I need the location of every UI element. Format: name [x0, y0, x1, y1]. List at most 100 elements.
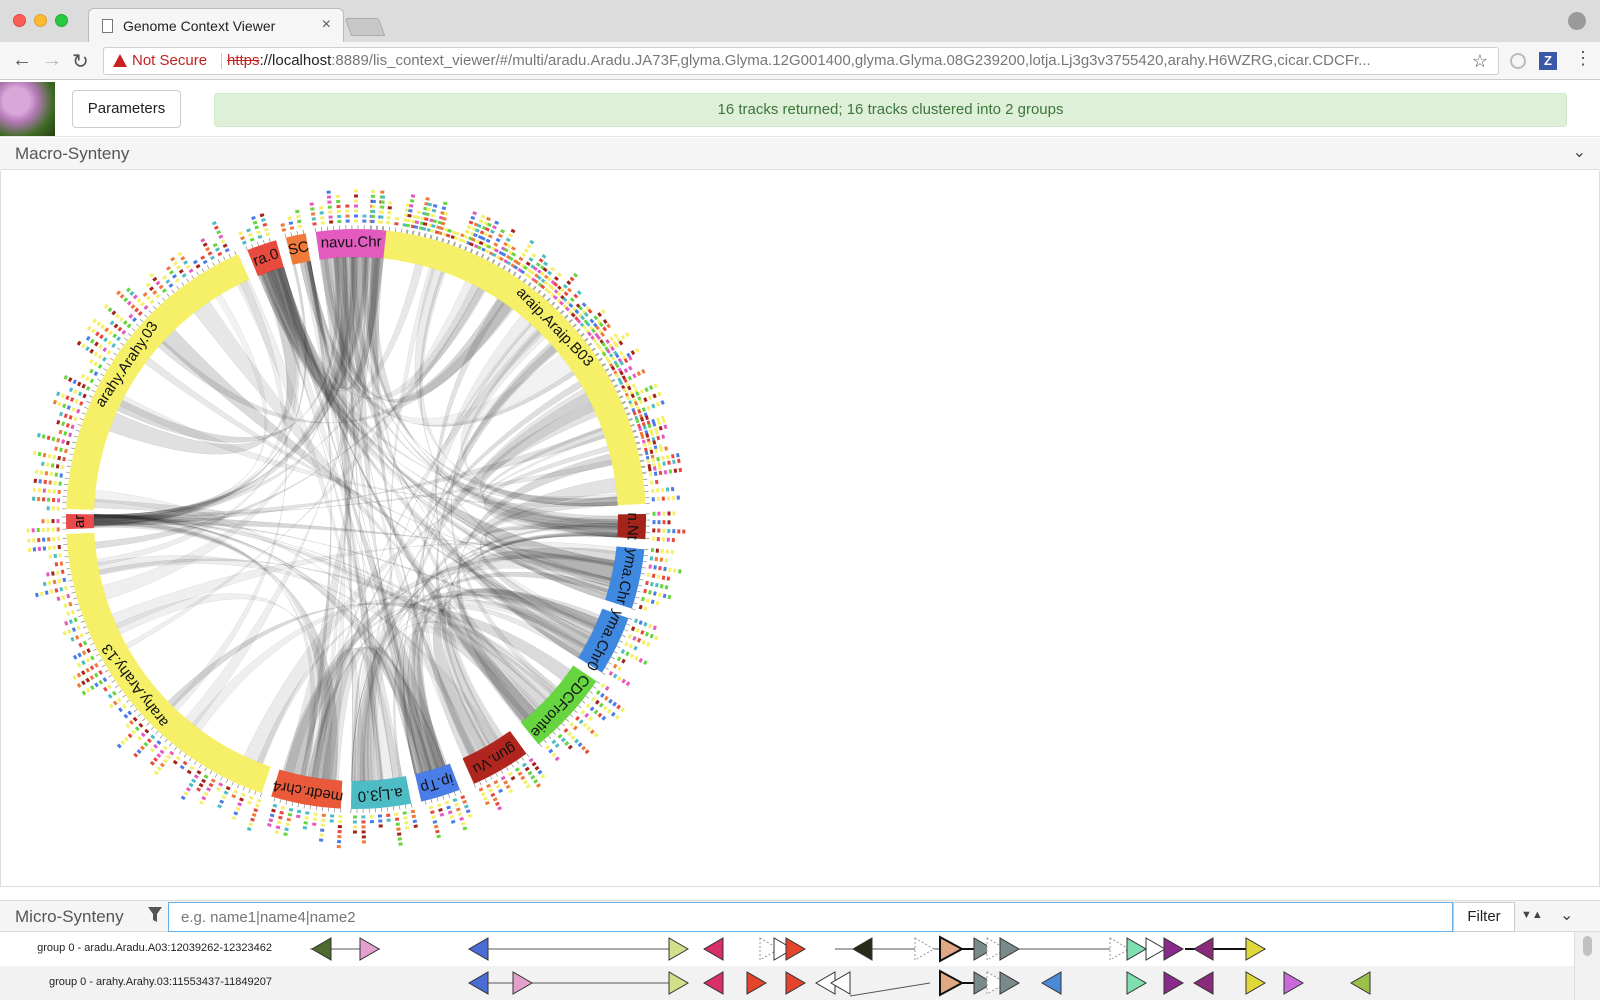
- feature-block: [275, 825, 281, 830]
- track-label[interactable]: group 0 - arahy.Arahy.03:11553437-118492…: [0, 976, 272, 988]
- address-bar[interactable]: Not Secure https://localhost:8889/lis_co…: [103, 47, 1499, 75]
- feature-block: [202, 242, 208, 247]
- feature-block: [121, 704, 127, 709]
- feature-block: [386, 220, 391, 225]
- feature-block: [287, 216, 293, 221]
- chromosome-arc[interactable]: arahy.Arahy.03: [31, 220, 250, 511]
- feature-block: [41, 497, 46, 502]
- feature-block: [653, 565, 657, 570]
- browser-tab[interactable]: Genome Context Viewer ×: [88, 8, 344, 42]
- chromosome-arc[interactable]: ip.Tp: [414, 763, 473, 839]
- feature-block: [319, 211, 324, 215]
- filter-icon[interactable]: [148, 907, 162, 923]
- tab-close-icon[interactable]: ×: [322, 16, 331, 34]
- sort-icon[interactable]: ▼▲: [1521, 909, 1543, 921]
- parameters-button[interactable]: Parameters: [72, 90, 181, 128]
- feature-block: [42, 546, 47, 551]
- feature-block: [623, 368, 629, 374]
- scroll-thumb[interactable]: [1583, 936, 1592, 956]
- feature-block: [72, 379, 77, 385]
- filter-button[interactable]: Filter: [1453, 902, 1515, 932]
- axis-tick: [104, 669, 109, 673]
- feature-block: [61, 421, 66, 427]
- logo[interactable]: [0, 82, 55, 136]
- feature-block: [632, 635, 637, 641]
- axis-tick: [401, 228, 403, 233]
- reload-icon[interactable]: ↻: [72, 49, 89, 74]
- z-extension-icon[interactable]: Z: [1539, 52, 1557, 70]
- feature-block: [345, 204, 350, 208]
- feature-block: [379, 215, 384, 219]
- star-icon[interactable]: ☆: [1472, 48, 1488, 74]
- chromosome-arc[interactable]: ar: [26, 513, 95, 533]
- feature-block: [370, 214, 375, 219]
- axis-tick: [122, 694, 126, 698]
- chromosome-arc[interactable]: n.Nt: [617, 511, 686, 543]
- feature-block: [129, 720, 134, 725]
- feature-block: [652, 591, 657, 596]
- axis-tick: [268, 238, 271, 243]
- feature-block: [57, 489, 61, 495]
- feature-block: [608, 698, 613, 704]
- track-row[interactable]: group 0 - aradu.Aradu.A03:12039262-12323…: [0, 932, 1582, 966]
- back-icon[interactable]: ←: [12, 49, 32, 72]
- new-tab-button[interactable]: [344, 18, 386, 36]
- axis-tick: [108, 674, 112, 678]
- feature-block: [251, 215, 256, 221]
- feature-block: [663, 469, 668, 475]
- track-row[interactable]: group 0 - arahy.Arahy.03:11553437-118492…: [0, 966, 1582, 1000]
- maximize-window-icon[interactable]: [55, 14, 68, 27]
- profile-icon[interactable]: [1568, 12, 1586, 30]
- feature-block: [485, 216, 491, 222]
- axis-tick: [155, 730, 159, 735]
- axis-tick: [636, 442, 641, 445]
- forward-icon[interactable]: →: [42, 49, 62, 72]
- filter-input[interactable]: [168, 902, 1453, 932]
- chromosome-arc[interactable]: yma.Chr: [605, 546, 682, 611]
- macro-synteny-header[interactable]: Macro-Synteny ⌄: [0, 138, 1600, 170]
- chromosome-arc[interactable]: navu.Chr: [309, 189, 387, 260]
- feature-block: [510, 775, 516, 781]
- axis-tick: [588, 343, 593, 347]
- feature-block: [651, 457, 656, 463]
- feature-block: [26, 528, 30, 533]
- circos-plot[interactable]: aradu.Aradu.A03n.Ntyma.Chryma.Chr0CDCFro…: [1, 171, 761, 887]
- chromosome-arc[interactable]: medtr.chr4: [267, 769, 344, 849]
- feature-block: [566, 280, 572, 286]
- axis-tick: [199, 764, 202, 768]
- feature-block: [449, 814, 455, 820]
- chromosome-arc[interactable]: a.Lj3.0: [350, 776, 418, 846]
- feature-block: [535, 262, 541, 267]
- feature-block: [422, 222, 428, 226]
- feature-block: [671, 495, 675, 500]
- micro-scrollbar[interactable]: [1574, 932, 1600, 1000]
- axis-tick: [516, 760, 519, 765]
- chevron-down-icon[interactable]: ⌄: [1560, 905, 1573, 925]
- feature-block: [670, 550, 675, 555]
- feature-block: [647, 441, 652, 446]
- feature-block: [560, 737, 566, 743]
- chromosome-arc[interactable]: SC: [280, 209, 311, 265]
- feature-block: [287, 812, 293, 817]
- security-label[interactable]: Not Secure: [132, 48, 207, 74]
- feature-block: [656, 435, 661, 441]
- url-text[interactable]: https://localhost:8889/lis_context_viewe…: [227, 48, 1371, 74]
- close-window-icon[interactable]: [13, 14, 26, 27]
- track-genes[interactable]: [280, 966, 1570, 1000]
- chevron-down-icon[interactable]: ⌄: [1573, 142, 1586, 162]
- feature-block: [472, 211, 478, 216]
- extension-icon[interactable]: [1510, 53, 1526, 69]
- axis-tick: [196, 271, 200, 276]
- track-genes[interactable]: [280, 932, 1570, 966]
- feature-block: [81, 660, 86, 666]
- feature-block: [489, 229, 495, 234]
- track-label[interactable]: group 0 - aradu.Aradu.A03:12039262-12323…: [0, 942, 272, 954]
- menu-icon[interactable]: ⋮: [1574, 48, 1592, 69]
- feature-block: [93, 672, 99, 678]
- chromosome-arc[interactable]: ra.0: [238, 213, 284, 277]
- minimize-window-icon[interactable]: [34, 14, 47, 27]
- feature-block: [584, 712, 590, 718]
- feature-block: [257, 234, 263, 239]
- feature-block: [326, 190, 331, 194]
- feature-block: [388, 201, 393, 205]
